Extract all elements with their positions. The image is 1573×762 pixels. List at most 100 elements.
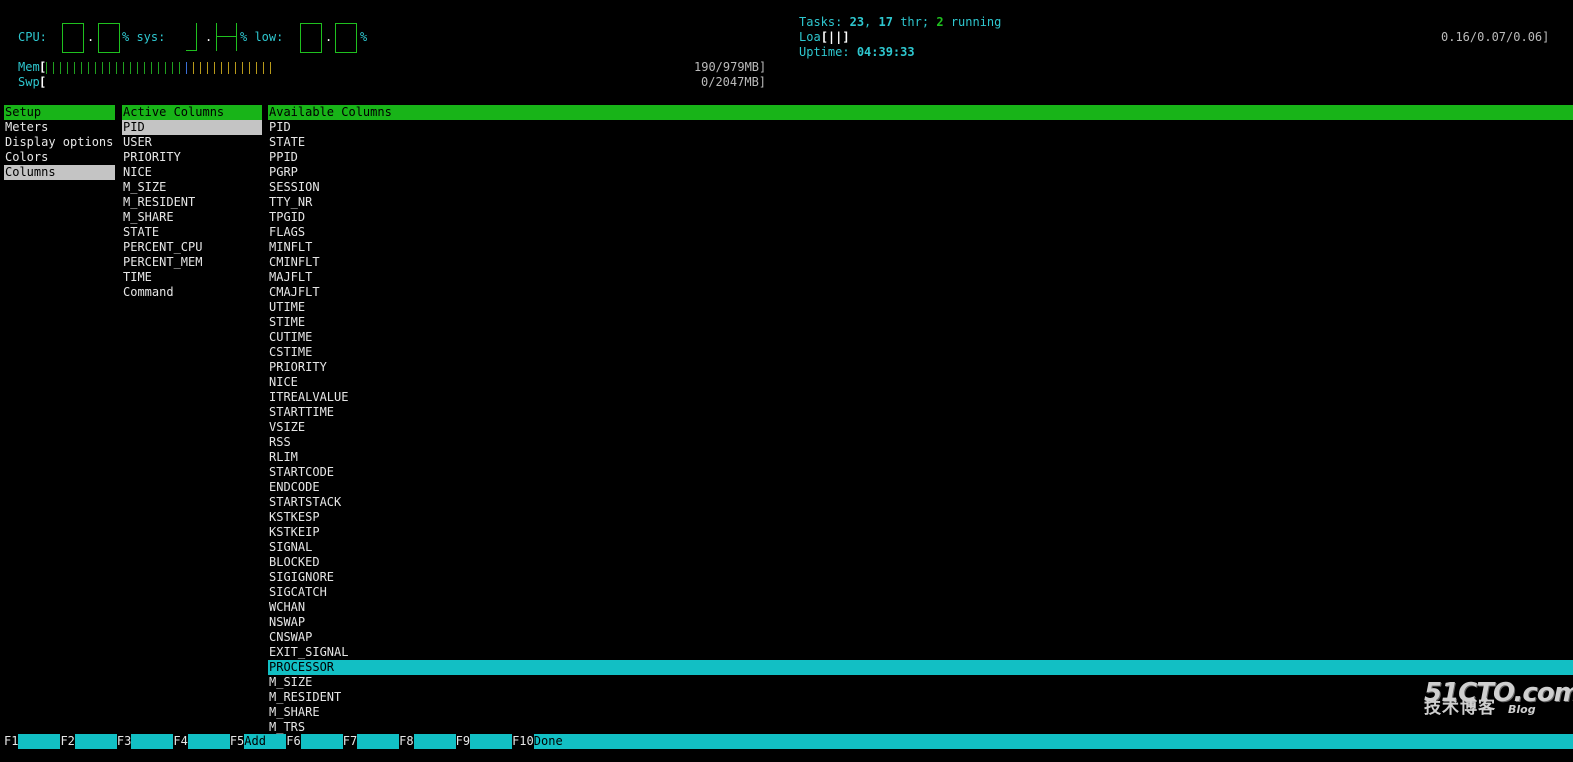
available-column-item[interactable]: ITREALVALUE	[268, 390, 1573, 405]
active-column-item[interactable]: PID	[122, 120, 262, 135]
available-column-item[interactable]: M_SIZE	[268, 675, 1573, 690]
function-key-f5[interactable]: F5	[230, 734, 244, 749]
function-key-f1[interactable]: F1	[4, 734, 18, 749]
function-key-f8[interactable]: F8	[399, 734, 413, 749]
active-column-item[interactable]: M_SIZE	[122, 180, 262, 195]
tasks-separator: ,	[864, 15, 872, 29]
mem-bar-tick	[256, 62, 261, 74]
available-column-item[interactable]: SIGCATCH	[268, 585, 1573, 600]
available-column-item[interactable]: M_TRS	[268, 720, 1573, 735]
active-column-item[interactable]: M_RESIDENT	[122, 195, 262, 210]
available-column-item[interactable]: STARTCODE	[268, 465, 1573, 480]
available-column-item[interactable]: PRIORITY	[268, 360, 1573, 375]
mem-bar-tick	[235, 62, 240, 74]
available-column-item[interactable]: M_RESIDENT	[268, 690, 1573, 705]
available-column-item[interactable]: M_SHARE	[268, 705, 1573, 720]
mem-bar-tick	[221, 62, 226, 74]
available-column-item[interactable]: MINFLT	[268, 240, 1573, 255]
setup-menu-item[interactable]: Columns	[4, 165, 115, 180]
sys-digit-line	[216, 23, 217, 51]
function-key-f3[interactable]: F3	[117, 734, 131, 749]
mem-bar-tick	[172, 62, 177, 74]
available-column-item[interactable]: STATE	[268, 135, 1573, 150]
available-column-item[interactable]: MAJFLT	[268, 270, 1573, 285]
available-column-item[interactable]: PPID	[268, 150, 1573, 165]
available-column-item[interactable]: TPGID	[268, 210, 1573, 225]
available-column-item[interactable]: FLAGS	[268, 225, 1573, 240]
function-key-f4[interactable]: F4	[173, 734, 187, 749]
available-column-item[interactable]: PROCESSOR	[268, 660, 1573, 675]
available-column-item[interactable]: PID	[268, 120, 1573, 135]
sys-digit-line	[196, 23, 197, 51]
function-key-label[interactable]	[300, 734, 343, 749]
sys-digit-line	[216, 36, 236, 37]
mem-bar-tick	[151, 62, 156, 74]
mem-usage-bar	[46, 62, 277, 74]
active-column-item[interactable]: STATE	[122, 225, 262, 240]
available-column-item[interactable]: CNSWAP	[268, 630, 1573, 645]
available-column-item[interactable]: RLIM	[268, 450, 1573, 465]
active-column-item[interactable]: M_SHARE	[122, 210, 262, 225]
tasks-label: Tasks:	[799, 15, 843, 29]
available-column-item[interactable]: WCHAN	[268, 600, 1573, 615]
available-column-item[interactable]: PGRP	[268, 165, 1573, 180]
available-column-item[interactable]: STARTSTACK	[268, 495, 1573, 510]
function-key-label[interactable]	[18, 734, 61, 749]
available-column-item[interactable]: CMINFLT	[268, 255, 1573, 270]
available-column-item[interactable]: BLOCKED	[268, 555, 1573, 570]
function-key-f9[interactable]: F9	[456, 734, 470, 749]
function-key-label[interactable]: Done	[533, 734, 1573, 749]
active-column-item[interactable]: PERCENT_CPU	[122, 240, 262, 255]
uptime-label: Uptime:	[799, 45, 850, 59]
function-key-f7[interactable]: F7	[343, 734, 357, 749]
active-column-item[interactable]: USER	[122, 135, 262, 150]
available-column-item[interactable]: SESSION	[268, 180, 1573, 195]
available-column-item[interactable]: KSTKESP	[268, 510, 1573, 525]
function-key-label[interactable]	[413, 734, 456, 749]
function-key-f6[interactable]: F6	[286, 734, 300, 749]
mem-bar-tick	[60, 62, 65, 74]
function-key-label[interactable]	[187, 734, 230, 749]
running-count: 2	[936, 15, 944, 29]
low-digit-box	[300, 23, 322, 53]
mem-value: 190/979MB]	[694, 60, 767, 74]
available-column-item[interactable]: UTIME	[268, 300, 1573, 315]
setup-menu-item[interactable]: Colors	[4, 150, 115, 165]
available-column-item[interactable]: STARTTIME	[268, 405, 1573, 420]
available-column-item[interactable]: RSS	[268, 435, 1573, 450]
load-line: Loa[||]	[799, 30, 850, 45]
function-key-label[interactable]: Add	[244, 734, 287, 749]
active-column-item[interactable]: Command	[122, 285, 262, 300]
active-column-item[interactable]: TIME	[122, 270, 262, 285]
setup-menu-item[interactable]: Display options	[4, 135, 115, 150]
function-key-f10[interactable]: F10	[512, 734, 534, 749]
mem-bar-tick	[46, 62, 51, 74]
available-column-item[interactable]: CSTIME	[268, 345, 1573, 360]
function-key-label[interactable]	[357, 734, 400, 749]
function-key-f2[interactable]: F2	[60, 734, 74, 749]
function-key-label[interactable]	[74, 734, 117, 749]
available-column-item[interactable]: CMAJFLT	[268, 285, 1573, 300]
active-column-item[interactable]: PERCENT_MEM	[122, 255, 262, 270]
mem-bar-tick	[207, 62, 212, 74]
available-column-item[interactable]: SIGNAL	[268, 540, 1573, 555]
available-column-item[interactable]: STIME	[268, 315, 1573, 330]
function-key-bar: F1 F2 F3 F4 F5 Add F6 F7 F8 F9 F10 Done	[4, 734, 1573, 749]
mem-bar-tick	[263, 62, 268, 74]
active-column-item[interactable]: NICE	[122, 165, 262, 180]
available-column-item[interactable]: SIGIGNORE	[268, 570, 1573, 585]
function-key-label[interactable]	[470, 734, 513, 749]
tasks-count: 23	[849, 15, 865, 29]
available-column-item[interactable]: EXIT_SIGNAL	[268, 645, 1573, 660]
active-column-item[interactable]: PRIORITY	[122, 150, 262, 165]
function-key-label[interactable]	[131, 734, 174, 749]
available-column-item[interactable]: TTY_NR	[268, 195, 1573, 210]
available-column-item[interactable]: NSWAP	[268, 615, 1573, 630]
setup-menu-item[interactable]: Meters	[4, 120, 115, 135]
available-column-item[interactable]: CUTIME	[268, 330, 1573, 345]
mem-bar-tick	[74, 62, 79, 74]
available-column-item[interactable]: ENDCODE	[268, 480, 1573, 495]
available-column-item[interactable]: VSIZE	[268, 420, 1573, 435]
available-column-item[interactable]: KSTKEIP	[268, 525, 1573, 540]
available-column-item[interactable]: NICE	[268, 375, 1573, 390]
